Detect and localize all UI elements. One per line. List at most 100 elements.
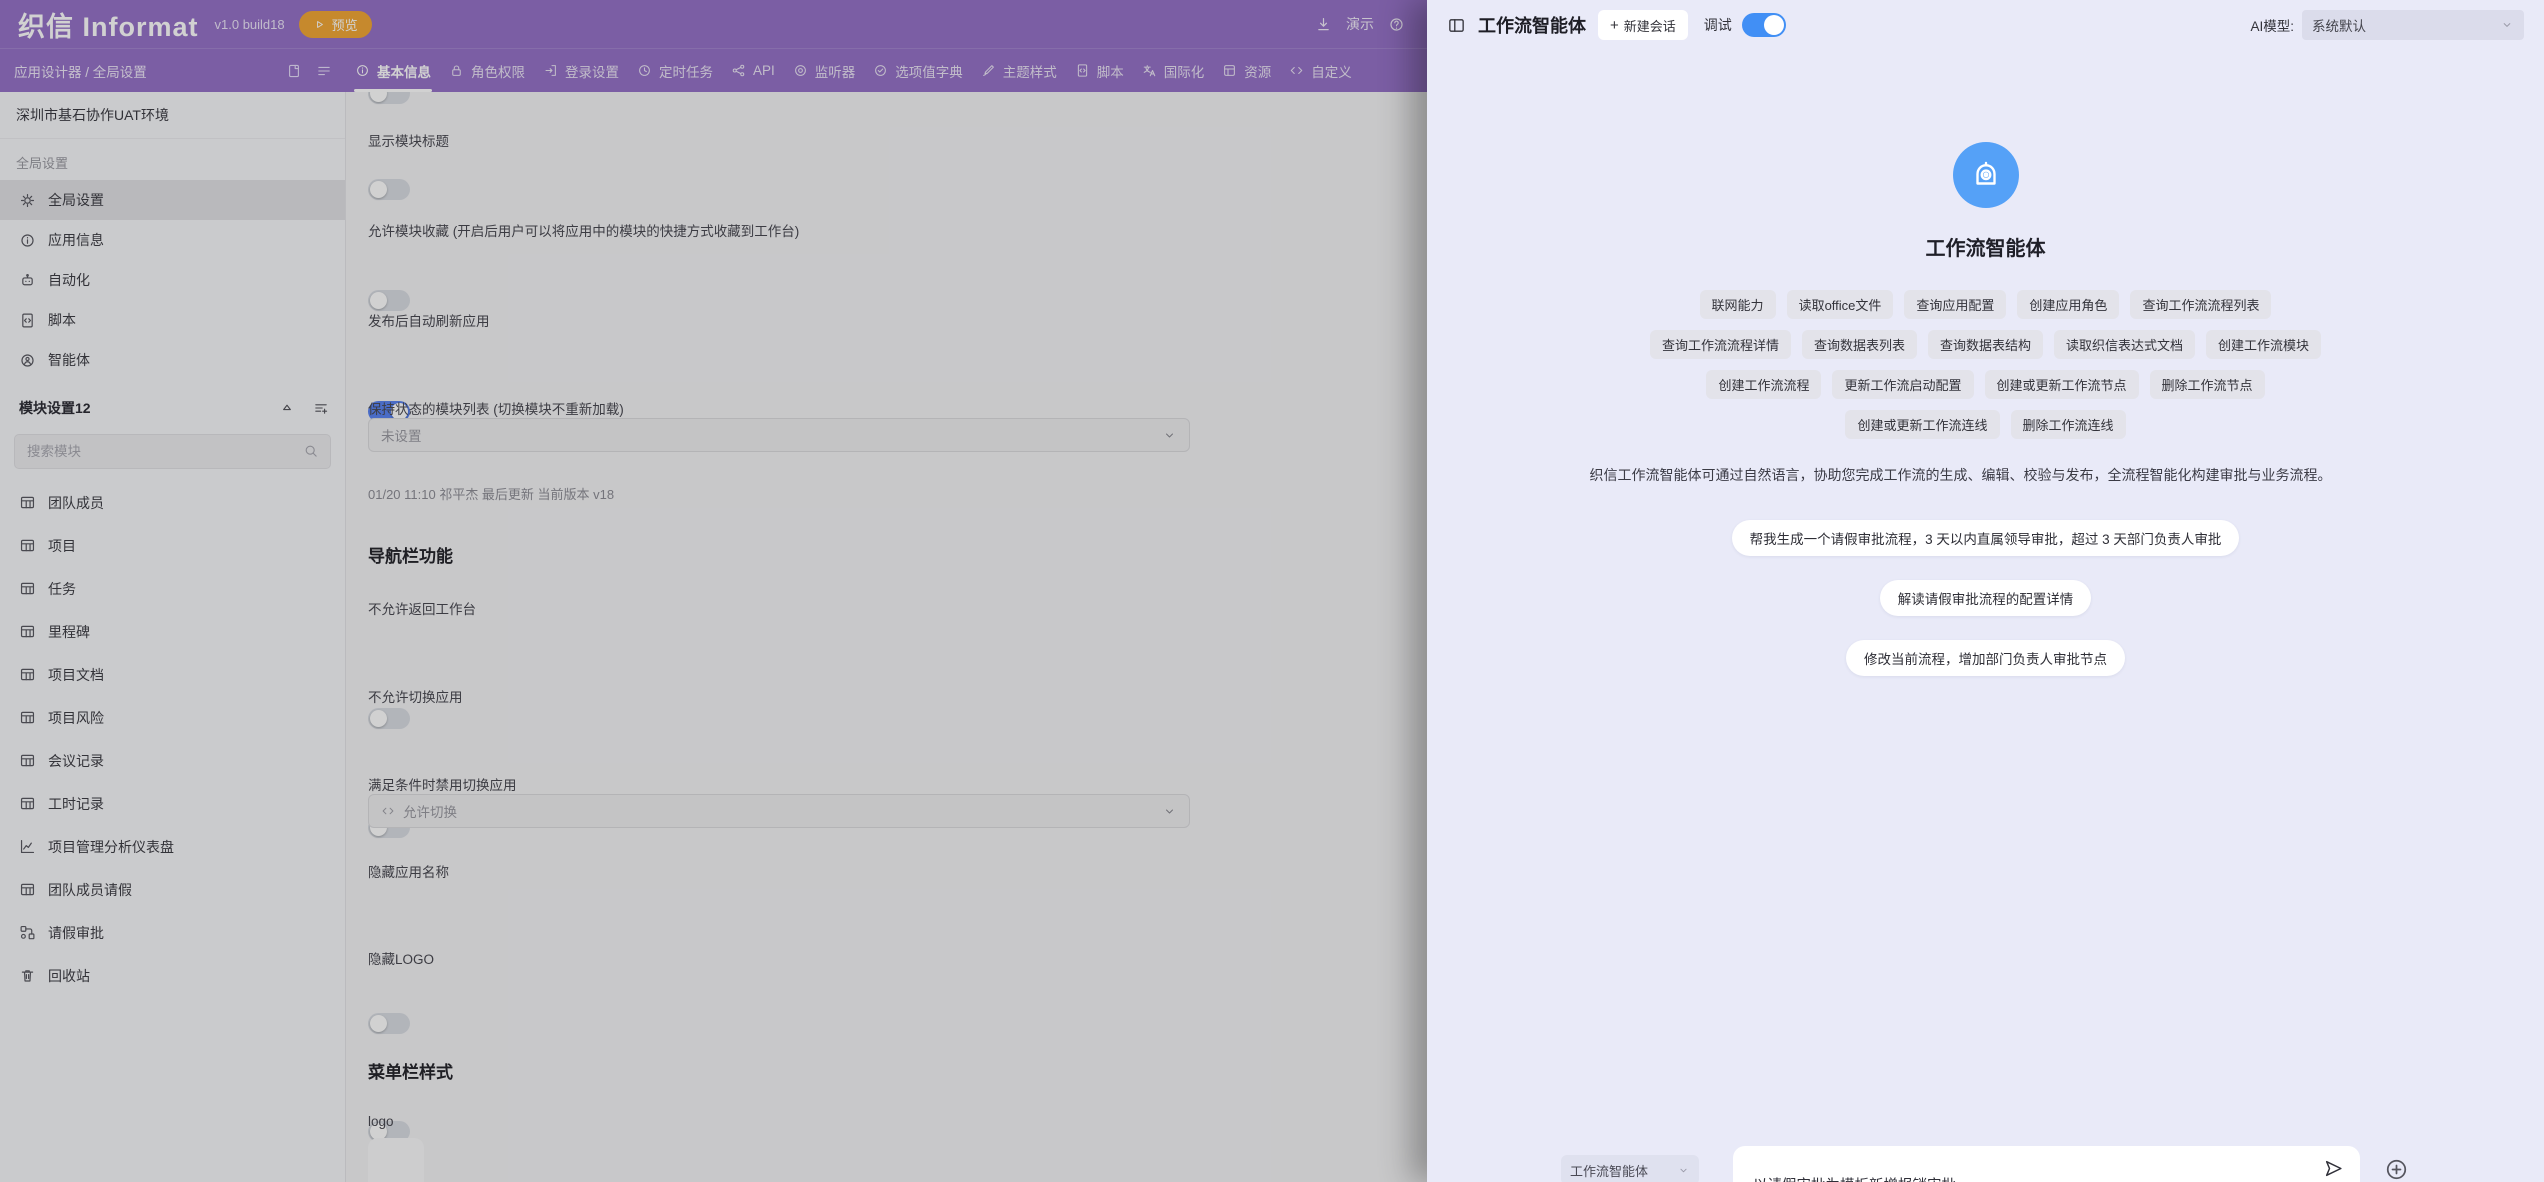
i18n-icon — [1142, 63, 1157, 78]
tab-基本信息[interactable]: 基本信息 — [346, 49, 440, 92]
search-input[interactable] — [14, 434, 331, 469]
send-icon[interactable] — [2323, 1158, 2344, 1179]
sidebar-item-label: 里程碑 — [48, 623, 90, 640]
model-zone: AI模型: 系统默认 — [2250, 10, 2524, 40]
tab-登录设置[interactable]: 登录设置 — [534, 49, 628, 92]
no-return-toggle[interactable] — [368, 708, 410, 729]
sidebar-item-label: 团队成员 — [48, 494, 104, 511]
addlist-icon[interactable] — [313, 400, 329, 416]
chat-input-wrap — [1733, 1146, 2360, 1182]
sidebar-item-项目[interactable]: 项目 — [0, 524, 345, 567]
login-icon — [543, 63, 558, 78]
capability-tag: 联网能力 — [1699, 290, 1776, 319]
tab-国际化[interactable]: 国际化 — [1133, 49, 1214, 92]
sidebar-item-里程碑[interactable]: 里程碑 — [0, 610, 345, 653]
tab-API[interactable]: API — [722, 49, 784, 92]
sidebar-item-label: 会议记录 — [48, 752, 104, 769]
sidebar-item-团队成员[interactable]: 团队成员 — [0, 481, 345, 524]
plus-circle-icon[interactable] — [2384, 1157, 2409, 1182]
tab-角色权限[interactable]: 角色权限 — [440, 49, 534, 92]
top-bar: 织信 Informat v1.0 build18 预览 演示 — [0, 0, 1427, 48]
agent-icon — [19, 352, 36, 369]
disable-switch-select[interactable]: 允许切换 — [368, 794, 1190, 828]
clipped-toggle[interactable] — [368, 92, 410, 104]
sidebar-item-项目风险[interactable]: 项目风险 — [0, 696, 345, 739]
sidebar-item-自动化[interactable]: 自动化 — [0, 260, 345, 300]
topbar-right: 演示 — [1315, 14, 1409, 34]
collapse-icon[interactable] — [279, 400, 295, 416]
suggestion-pill[interactable]: 修改当前流程，增加部门负责人审批节点 — [1846, 640, 2125, 676]
sidebar-item-脚本[interactable]: 脚本 — [0, 300, 345, 340]
environment-name: 深圳市基石协作UAT环境 — [0, 92, 345, 139]
preview-button[interactable]: 预览 — [298, 10, 372, 38]
capability-tag: 创建或更新工作流节点 — [1984, 370, 2139, 399]
sidebar-item-团队成员请假[interactable]: 团队成员请假 — [0, 868, 345, 911]
ai-model-select[interactable]: 系统默认 — [2302, 10, 2524, 40]
capability-row: 查询工作流流程详情 查询数据表列表 查询数据表结构 读取织信表达式文档 创建工作流模块 — [1486, 330, 2486, 359]
agent-description: 织信工作流智能体可通过自然语言，协助您完成工作流的生成、编辑、校验与发布，全流程… — [1589, 467, 2332, 483]
tab-label: 脚本 — [1096, 64, 1124, 80]
sidebar-item-应用信息[interactable]: 应用信息 — [0, 220, 345, 260]
sidebar-item-任务[interactable]: 任务 — [0, 567, 345, 610]
allow-favorite-toggle[interactable] — [368, 290, 410, 311]
capability-tag: 创建或更新工作流连线 — [1845, 410, 2000, 439]
panel-icon[interactable] — [1447, 16, 1466, 35]
ai-model-label: AI模型: — [2250, 19, 2294, 34]
logo-upload-box[interactable] — [368, 1138, 424, 1182]
lock-icon — [449, 63, 464, 78]
script-icon — [19, 312, 36, 329]
keep-state-select[interactable]: 未设置 — [368, 418, 1190, 452]
suggestion-pill[interactable]: 帮我生成一个请假审批流程，3 天以内直属领导审批，超过 3 天部门负责人审批 — [1731, 520, 2240, 556]
tab-定时任务[interactable]: 定时任务 — [628, 49, 722, 92]
sidebar-item-label: 智能体 — [48, 352, 90, 368]
field-label: 发布后自动刷新应用 — [368, 314, 490, 329]
download-icon[interactable] — [1315, 16, 1332, 33]
table-icon — [19, 623, 36, 640]
sidebar-item-label: 任务 — [48, 580, 76, 597]
sidebar-item-label: 项目 — [48, 537, 76, 554]
agent-drawer: 工作流智能体 + 新建会话 调试 AI模型: 系统默认 工作流智能体 联网能力读… — [1427, 0, 2544, 1182]
demo-label[interactable]: 演示 — [1346, 14, 1374, 34]
sidebar-item-label: 应用信息 — [48, 232, 104, 248]
tab-监听器[interactable]: 监听器 — [784, 49, 865, 92]
sidebar-item-全局设置[interactable]: 全局设置 — [0, 180, 345, 220]
field-label: 隐藏LOGO — [368, 952, 435, 967]
show-module-title-toggle[interactable] — [368, 179, 410, 200]
hide-app-name-toggle[interactable] — [368, 1013, 410, 1034]
suggestion-pill[interactable]: 解读请假审批流程的配置详情 — [1879, 580, 2092, 616]
question-icon[interactable] — [1388, 16, 1405, 33]
tab-脚本[interactable]: 脚本 — [1066, 49, 1133, 92]
new-session-button[interactable]: + 新建会话 — [1598, 10, 1688, 40]
capability-tag: 更新工作流启动配置 — [1832, 370, 1974, 399]
tab-label: 自定义 — [1311, 64, 1352, 80]
tabs-bar: 应用设计器 / 全局设置 基本信息 角色权限 登录设置 定时任务 API 监听器 选项值字典… — [0, 48, 1427, 92]
capability-tag: 查询数据表结构 — [1927, 330, 2043, 359]
layout-icon[interactable] — [316, 63, 332, 79]
module-search — [14, 434, 331, 469]
sidebar-item-智能体[interactable]: 智能体 — [0, 340, 345, 380]
tab-自定义[interactable]: 自定义 — [1280, 49, 1361, 92]
sidebar-item-会议记录[interactable]: 会议记录 — [0, 739, 345, 782]
tab-选项值字典[interactable]: 选项值字典 — [864, 49, 972, 92]
agent-selector-value: 工作流智能体 — [1570, 1163, 1649, 1179]
capability-row: 创建或更新工作流连线 删除工作流连线 — [1486, 410, 2486, 439]
field-label: 隐藏应用名称 — [368, 865, 449, 880]
listener-icon — [793, 63, 808, 78]
sidebar-item-项目文档[interactable]: 项目文档 — [0, 653, 345, 696]
debug-label: 调试 — [1703, 17, 1732, 33]
agent-selector[interactable]: 工作流智能体 — [1561, 1155, 1699, 1182]
version-label: v1.0 build18 — [214, 16, 285, 32]
page-icon[interactable] — [286, 63, 302, 79]
chat-input[interactable] — [1733, 1146, 2360, 1182]
sidebar-item-工时记录[interactable]: 工时记录 — [0, 782, 345, 825]
field-label: 不允许切换应用 — [368, 690, 463, 705]
tab-主题样式[interactable]: 主题样式 — [972, 49, 1066, 92]
sidebar-item-项目管理分析仪表盘[interactable]: 项目管理分析仪表盘 — [0, 825, 345, 868]
sidebar-item-请假审批[interactable]: 请假审批 — [0, 911, 345, 954]
agent-avatar — [1952, 142, 2019, 208]
debug-toggle[interactable] — [1741, 13, 1786, 37]
tab-资源[interactable]: 资源 — [1213, 49, 1280, 92]
tab-label: 主题样式 — [1002, 64, 1057, 80]
sidebar-item-回收站[interactable]: 回收站 — [0, 954, 345, 997]
table-icon — [19, 666, 36, 683]
